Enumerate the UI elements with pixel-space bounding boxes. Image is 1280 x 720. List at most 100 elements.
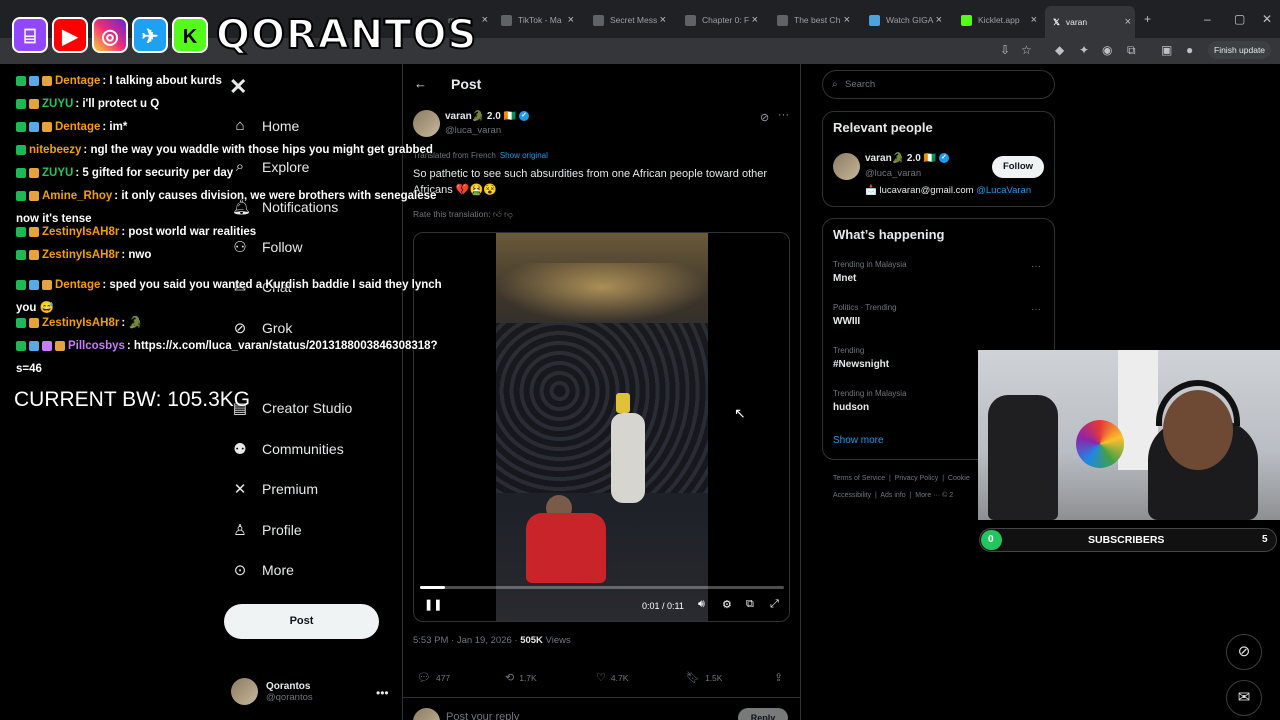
chat-username: Amine_Rhoy [42,190,113,202]
settings-gear-icon[interactable]: ⚙ [722,598,732,611]
install-icon[interactable]: ⇩ [1000,43,1010,57]
tab-close-icon[interactable]: × [752,14,758,26]
post-timestamp[interactable]: 5:53 PM · Jan 19, 2026 · [413,635,520,646]
grok-icon[interactable]: ⊘ [760,111,769,124]
pause-icon[interactable]: ❚❚ [424,598,442,611]
grok-icon[interactable]: ⊘ [1226,634,1262,670]
chat-badge-icon [42,340,52,351]
show-original-link[interactable]: Show original [500,151,548,160]
volume-icon[interactable]: 🔊︎ [698,598,705,611]
footer-link[interactable]: Terms of Service [833,475,885,482]
tab-label: Watch GIGA [886,15,934,25]
reply-count: 477 [435,672,451,683]
trend-name[interactable]: #Newsnight [833,359,889,370]
account-handle: @qorantos [266,691,313,703]
share-action[interactable]: ⇪ [774,671,783,684]
video-flag [616,393,630,413]
nav-label: More [262,562,294,578]
reply-button[interactable]: Reply [738,708,788,720]
more-dots-icon[interactable]: ··· [1031,261,1041,272]
video-progress-bar[interactable] [420,586,784,589]
like-action[interactable]: ♡ 4.7K [596,671,628,684]
picture-in-picture-icon[interactable]: ⧉ [746,598,754,611]
trend-context: Trending [833,346,865,355]
video-player[interactable]: ❚❚ 0:01 / 0:11 🔊︎ ⚙ ⧉ ⤢ [413,232,790,622]
tab-close-icon[interactable]: × [660,14,666,26]
tab-close-icon[interactable]: × [568,14,574,26]
bookmark-action[interactable]: 🔖︎ 1.5K [686,671,722,684]
kick-icon: K [172,17,208,53]
extension-icon[interactable]: ✦ [1079,43,1089,57]
nav-communities[interactable]: ⚉ Communities [232,440,343,458]
account-name: Qorantos [266,680,311,692]
new-tab-button[interactable]: + [1144,12,1151,26]
footer-link[interactable]: More ··· [915,492,940,499]
footer-link[interactable]: Ads info [880,492,905,499]
tab-close-icon[interactable]: × [844,14,850,26]
nav-profile[interactable]: ♙ Profile [232,521,301,539]
footer-link[interactable]: Privacy Policy [895,475,939,482]
tab-close-icon[interactable]: × [1031,14,1037,26]
minimize-icon[interactable]: – [1204,12,1211,26]
tab-close-icon[interactable]: × [1125,16,1131,28]
account-switcher[interactable]: Qorantos @qorantos [231,678,313,705]
tab-close-icon[interactable]: × [482,14,488,26]
messages-icon[interactable]: ✉ [1226,680,1262,716]
browser-tab[interactable]: Watch GIGA × [861,8,946,32]
more-dots-icon[interactable]: ••• [376,686,389,700]
chat-text: : 🐊 [121,317,143,329]
thumbs-down-icon[interactable]: 👎︎ [504,209,513,219]
fullscreen-icon[interactable]: ⤢ [770,598,779,611]
extension-icon[interactable]: ◆ [1055,43,1064,57]
maximize-icon[interactable]: ▢ [1234,12,1245,26]
post-button[interactable]: Post [224,604,379,639]
post-meta: 5:53 PM · Jan 19, 2026 · 505K Views [413,635,571,646]
extensions-puzzle-icon[interactable]: ⧉ [1127,43,1136,58]
trend-name[interactable]: WWIII [833,316,860,327]
video-figure [526,513,606,583]
thumbs-up-icon[interactable]: 👍︎ [493,209,502,219]
x-icon: ✕ [233,481,247,498]
chat-message: Dentage: im* [16,116,456,139]
finish-update-button[interactable]: Finish update [1208,41,1272,59]
more-dots-icon[interactable]: ··· [778,109,789,121]
repost-action[interactable]: ⟲ 1.7K [505,671,537,684]
site-icon [593,14,604,26]
bookmark-count: 1.5K [704,672,723,683]
author-name-row[interactable]: varan🐊 2.0 🇨🇮 ✓ [445,111,530,122]
verified-badge-icon: ✓ [939,153,950,164]
browser-tab[interactable]: Secret Mess × [585,8,670,32]
chat-message: ZUYU: 5 gifted for security per day [16,162,456,185]
subscriber-goal: 5 [1262,534,1268,545]
reply-input[interactable]: Post your reply [446,711,519,720]
nav-more[interactable]: ⊙ More [232,561,294,579]
extension-icon[interactable]: ◉ [1102,43,1112,57]
footer-link[interactable]: Cookie [948,475,970,482]
browser-tab-active[interactable]: 𝕏varan × [1045,6,1135,38]
search-input[interactable]: ⌕ Search [822,70,1055,99]
profile-avatar-icon[interactable]: ● [1186,43,1193,57]
browser-tab[interactable]: TikTok - Ma × [493,8,578,32]
nav-premium[interactable]: ✕ Premium [232,480,318,498]
trend-name[interactable]: hudson [833,402,869,413]
chat-badge-icon [29,190,39,201]
tab-close-icon[interactable]: × [936,14,942,26]
site-icon [777,14,788,26]
extension-icon[interactable]: ▣ [1161,43,1172,57]
footer-link[interactable]: Accessibility [833,492,871,499]
browser-tab[interactable]: The best Ch × [769,8,854,32]
close-window-icon[interactable]: ✕ [1262,12,1272,26]
relevant-person-name-row[interactable]: varan🐊 2.0 🇨🇮 ✓ [865,153,950,164]
trend-name[interactable]: Mnet [833,273,856,284]
reply-action[interactable]: 💬︎ 477 [417,671,450,684]
bookmark-star-icon[interactable]: ☆ [1021,43,1032,57]
bio-mention-link[interactable]: @LucaVaran [976,185,1031,196]
browser-tab[interactable]: Kicklet.app × [953,8,1041,32]
chat-text: : i'll protect u Q [75,98,160,110]
avatar[interactable] [833,153,860,180]
chat-badge-icon [29,317,39,328]
show-more-link[interactable]: Show more [833,435,884,446]
more-dots-icon[interactable]: ··· [1031,304,1041,315]
follow-button[interactable]: Follow [992,156,1044,178]
browser-tab[interactable]: Chapter 0: F × [677,8,762,32]
